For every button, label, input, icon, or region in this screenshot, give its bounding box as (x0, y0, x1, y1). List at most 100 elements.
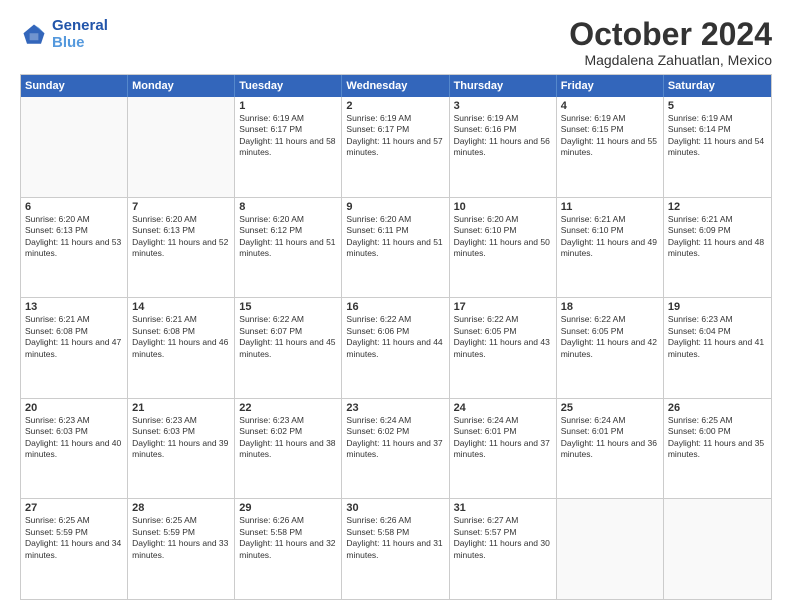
day-number: 25 (561, 402, 659, 414)
day-number: 15 (239, 301, 337, 313)
cell-info: Sunrise: 6:25 AMSunset: 6:00 PMDaylight:… (668, 415, 767, 461)
day-number: 18 (561, 301, 659, 313)
calendar-cell: 21Sunrise: 6:23 AMSunset: 6:03 PMDayligh… (128, 399, 235, 499)
calendar-cell: 7Sunrise: 6:20 AMSunset: 6:13 PMDaylight… (128, 198, 235, 298)
calendar-cell: 6Sunrise: 6:20 AMSunset: 6:13 PMDaylight… (21, 198, 128, 298)
day-number: 9 (346, 201, 444, 213)
calendar-cell: 28Sunrise: 6:25 AMSunset: 5:59 PMDayligh… (128, 499, 235, 599)
day-number: 17 (454, 301, 552, 313)
cell-info: Sunrise: 6:26 AMSunset: 5:58 PMDaylight:… (346, 515, 444, 561)
cell-info: Sunrise: 6:20 AMSunset: 6:12 PMDaylight:… (239, 214, 337, 260)
calendar-cell: 29Sunrise: 6:26 AMSunset: 5:58 PMDayligh… (235, 499, 342, 599)
calendar-cell: 25Sunrise: 6:24 AMSunset: 6:01 PMDayligh… (557, 399, 664, 499)
cell-info: Sunrise: 6:26 AMSunset: 5:58 PMDaylight:… (239, 515, 337, 561)
calendar-row-2: 6Sunrise: 6:20 AMSunset: 6:13 PMDaylight… (21, 197, 771, 298)
title-block: October 2024 Magdalena Zahuatlan, Mexico (569, 18, 772, 68)
calendar-cell: 10Sunrise: 6:20 AMSunset: 6:10 PMDayligh… (450, 198, 557, 298)
cell-info: Sunrise: 6:20 AMSunset: 6:13 PMDaylight:… (25, 214, 123, 260)
day-number: 7 (132, 201, 230, 213)
day-number: 3 (454, 100, 552, 112)
logo: General Blue (20, 18, 108, 51)
day-number: 28 (132, 502, 230, 514)
day-number: 2 (346, 100, 444, 112)
header-monday: Monday (128, 75, 235, 97)
calendar-cell: 26Sunrise: 6:25 AMSunset: 6:00 PMDayligh… (664, 399, 771, 499)
day-number: 5 (668, 100, 767, 112)
page: General Blue October 2024 Magdalena Zahu… (0, 0, 792, 612)
calendar-cell: 13Sunrise: 6:21 AMSunset: 6:08 PMDayligh… (21, 298, 128, 398)
cell-info: Sunrise: 6:22 AMSunset: 6:05 PMDaylight:… (454, 314, 552, 360)
cell-info: Sunrise: 6:24 AMSunset: 6:01 PMDaylight:… (454, 415, 552, 461)
month-title: October 2024 (569, 18, 772, 50)
cell-info: Sunrise: 6:21 AMSunset: 6:09 PMDaylight:… (668, 214, 767, 260)
day-number: 16 (346, 301, 444, 313)
calendar-cell: 2Sunrise: 6:19 AMSunset: 6:17 PMDaylight… (342, 97, 449, 197)
calendar-cell (21, 97, 128, 197)
header-wednesday: Wednesday (342, 75, 449, 97)
calendar-cell: 18Sunrise: 6:22 AMSunset: 6:05 PMDayligh… (557, 298, 664, 398)
header-sunday: Sunday (21, 75, 128, 97)
day-number: 27 (25, 502, 123, 514)
cell-info: Sunrise: 6:22 AMSunset: 6:05 PMDaylight:… (561, 314, 659, 360)
day-number: 22 (239, 402, 337, 414)
calendar-cell: 17Sunrise: 6:22 AMSunset: 6:05 PMDayligh… (450, 298, 557, 398)
calendar-cell (128, 97, 235, 197)
calendar-cell: 11Sunrise: 6:21 AMSunset: 6:10 PMDayligh… (557, 198, 664, 298)
day-number: 8 (239, 201, 337, 213)
calendar-cell: 27Sunrise: 6:25 AMSunset: 5:59 PMDayligh… (21, 499, 128, 599)
day-number: 19 (668, 301, 767, 313)
calendar-cell: 20Sunrise: 6:23 AMSunset: 6:03 PMDayligh… (21, 399, 128, 499)
calendar-cell: 22Sunrise: 6:23 AMSunset: 6:02 PMDayligh… (235, 399, 342, 499)
calendar-cell: 31Sunrise: 6:27 AMSunset: 5:57 PMDayligh… (450, 499, 557, 599)
day-number: 30 (346, 502, 444, 514)
calendar-body: 1Sunrise: 6:19 AMSunset: 6:17 PMDaylight… (21, 97, 771, 599)
cell-info: Sunrise: 6:22 AMSunset: 6:06 PMDaylight:… (346, 314, 444, 360)
calendar-row-5: 27Sunrise: 6:25 AMSunset: 5:59 PMDayligh… (21, 498, 771, 599)
cell-info: Sunrise: 6:23 AMSunset: 6:02 PMDaylight:… (239, 415, 337, 461)
cell-info: Sunrise: 6:19 AMSunset: 6:16 PMDaylight:… (454, 113, 552, 159)
day-number: 12 (668, 201, 767, 213)
header-friday: Friday (557, 75, 664, 97)
header-saturday: Saturday (664, 75, 771, 97)
cell-info: Sunrise: 6:20 AMSunset: 6:11 PMDaylight:… (346, 214, 444, 260)
calendar-cell: 9Sunrise: 6:20 AMSunset: 6:11 PMDaylight… (342, 198, 449, 298)
calendar-row-4: 20 Sunrise: 6:23 AMSunset: 6:03 PMDayligh… (21, 398, 771, 499)
cell-info: Sunrise: 6:23 AMSunset: 6:03 PMDaylight:… (132, 415, 230, 461)
cell-info: Sunrise: 6:20 AMSunset: 6:13 PMDaylight:… (132, 214, 230, 260)
day-number: 23 (346, 402, 444, 414)
calendar-cell: 23Sunrise: 6:24 AMSunset: 6:02 PMDayligh… (342, 399, 449, 499)
cell-info: Sunrise: 6:25 AMSunset: 5:59 PMDaylight:… (132, 515, 230, 561)
cell-info: Sunrise: 6:19 AMSunset: 6:17 PMDaylight:… (239, 113, 337, 159)
day-number: 11 (561, 201, 659, 213)
cell-info: Sunrise: 6:27 AMSunset: 5:57 PMDaylight:… (454, 515, 552, 561)
cell-info: Sunrise: 6:20 AMSunset: 6:10 PMDaylight:… (454, 214, 552, 260)
day-number: 31 (454, 502, 552, 514)
cell-info: Sunrise: 6:23 AMSunset: 6:04 PMDaylight:… (668, 314, 767, 360)
day-number: 10 (454, 201, 552, 213)
cell-info: Sunrise: 6:25 AMSunset: 5:59 PMDaylight:… (25, 515, 123, 561)
header-tuesday: Tuesday (235, 75, 342, 97)
calendar-cell: 3Sunrise: 6:19 AMSunset: 6:16 PMDaylight… (450, 97, 557, 197)
day-number: 20 (25, 402, 123, 414)
calendar-cell: 5Sunrise: 6:19 AMSunset: 6:14 PMDaylight… (664, 97, 771, 197)
calendar-cell: 24Sunrise: 6:24 AMSunset: 6:01 PMDayligh… (450, 399, 557, 499)
day-number: 4 (561, 100, 659, 112)
day-number: 13 (25, 301, 123, 313)
calendar-cell: 14Sunrise: 6:21 AMSunset: 6:08 PMDayligh… (128, 298, 235, 398)
calendar-cell: 30Sunrise: 6:26 AMSunset: 5:58 PMDayligh… (342, 499, 449, 599)
header: General Blue October 2024 Magdalena Zahu… (20, 18, 772, 68)
calendar-cell: 1Sunrise: 6:19 AMSunset: 6:17 PMDaylight… (235, 97, 342, 197)
day-number: 26 (668, 402, 767, 414)
cell-info: Sunrise: 6:19 AMSunset: 6:14 PMDaylight:… (668, 113, 767, 159)
day-number: 29 (239, 502, 337, 514)
calendar-cell: 8Sunrise: 6:20 AMSunset: 6:12 PMDaylight… (235, 198, 342, 298)
day-number: 21 (132, 402, 230, 414)
cell-info: Sunrise: 6:21 AMSunset: 6:08 PMDaylight:… (132, 314, 230, 360)
logo-text: General Blue (52, 18, 108, 51)
calendar-cell (664, 499, 771, 599)
calendar-cell: 16Sunrise: 6:22 AMSunset: 6:06 PMDayligh… (342, 298, 449, 398)
logo-icon (20, 21, 48, 49)
calendar-cell: 4Sunrise: 6:19 AMSunset: 6:15 PMDaylight… (557, 97, 664, 197)
cell-info: Sunrise: 6:24 AMSunset: 6:02 PMDaylight:… (346, 415, 444, 461)
calendar-row-1: 1Sunrise: 6:19 AMSunset: 6:17 PMDaylight… (21, 97, 771, 197)
